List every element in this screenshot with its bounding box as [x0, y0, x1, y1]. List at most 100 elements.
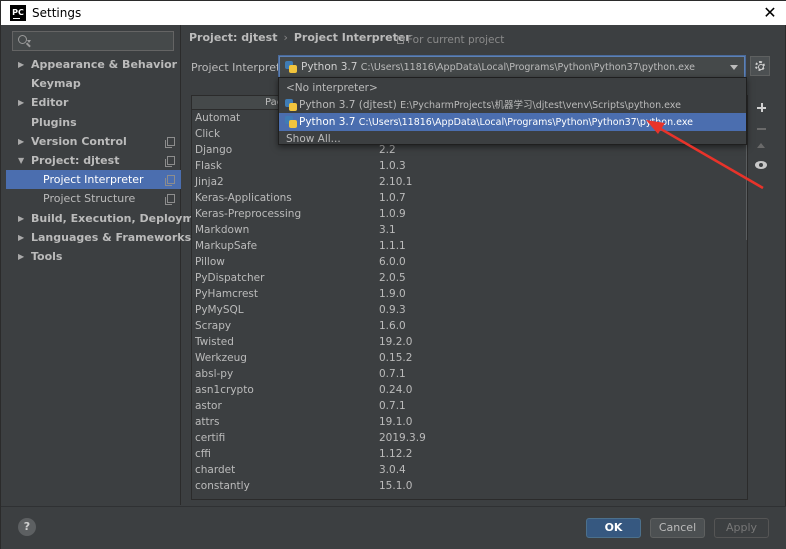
interpreter-selected-path: C:\Users\11816\AppData\Local\Programs\Py… — [360, 62, 695, 73]
package-version: 19.2.0 — [379, 336, 413, 348]
package-version: 3.0.4 — [379, 464, 406, 476]
package-name: certifi — [195, 432, 226, 444]
interpreter-selected-name: Python 3.7 — [301, 61, 358, 73]
sidebar-item-plugins[interactable]: Plugins — [6, 113, 181, 132]
package-name: Flask — [195, 160, 222, 172]
package-name: Keras-Applications — [195, 192, 292, 204]
sidebar-item-label: Project Interpreter — [43, 173, 144, 187]
chevron-right-icon[interactable]: ▶ — [18, 132, 26, 151]
pycharm-logo-icon: PC — [10, 5, 26, 21]
project-settings-icon — [165, 136, 175, 148]
table-row[interactable]: chardet 3.0.4 — [192, 462, 747, 478]
sidebar-item-project-structure[interactable]: Project Structure — [6, 189, 181, 208]
table-row[interactable]: Markdown 3.1 — [192, 222, 747, 238]
table-row[interactable]: Flask 1.0.3 — [192, 158, 747, 174]
settings-search-input[interactable] — [12, 31, 174, 51]
remove-package-icon[interactable] — [757, 128, 766, 130]
cancel-button[interactable]: Cancel — [650, 518, 705, 538]
package-name: Django — [195, 144, 233, 156]
table-row[interactable]: attrs 19.1.0 — [192, 414, 747, 430]
breadcrumb-project: Project: djtest — [189, 31, 278, 44]
apply-button[interactable]: Apply — [714, 518, 769, 538]
table-row[interactable]: MarkupSafe 1.1.1 — [192, 238, 747, 254]
sidebar-item-project-interpreter[interactable]: Project Interpreter — [6, 170, 181, 190]
interpreter-option[interactable]: Show All... — [279, 130, 746, 148]
chevron-right-icon[interactable]: ▶ — [18, 247, 26, 266]
packages-table: Pac Automat Click Django 2.2 Flask 1.0.3 Jinja… — [191, 95, 748, 500]
sidebar-item-keymap[interactable]: Keymap — [6, 74, 181, 93]
project-settings-icon — [165, 155, 175, 167]
upgrade-package-icon[interactable] — [757, 143, 765, 148]
package-version: 2.10.1 — [379, 176, 413, 188]
chevron-right-icon[interactable]: ▶ — [18, 55, 26, 74]
interpreter-option-name: Show All... — [286, 133, 341, 145]
table-row[interactable]: Jinja2 2.10.1 — [192, 174, 747, 190]
sidebar-item-label: Appearance & Behavior — [31, 58, 178, 71]
python-icon — [285, 99, 297, 111]
chevron-right-icon[interactable]: ▶ — [18, 93, 26, 112]
package-name: Twisted — [195, 336, 234, 348]
settings-dialog: PC Settings ✕ ▶ Appearance & Behavior Keym… — [0, 0, 786, 549]
close-button[interactable]: ✕ — [761, 4, 779, 22]
table-row[interactable]: astor 0.7.1 — [192, 398, 747, 414]
table-row[interactable]: Werkzeug 0.15.2 — [192, 350, 747, 366]
breadcrumb-page: Project Interpreter — [293, 31, 411, 44]
table-row[interactable]: absl-py 0.7.1 — [192, 366, 747, 382]
table-row[interactable]: asn1crypto 0.24.0 — [192, 382, 747, 398]
interpreter-settings-button[interactable] — [750, 56, 770, 76]
package-name: astor — [195, 400, 222, 412]
sidebar-item-tools[interactable]: ▶ Tools — [6, 247, 181, 266]
table-row[interactable]: PyHamcrest 1.9.0 — [192, 286, 747, 302]
dialog-button-bar: ? OK Cancel Apply — [1, 506, 786, 549]
package-version: 0.9.3 — [379, 304, 406, 316]
interpreter-option[interactable]: Python 3.7 (djtest) E:\PycharmProjects\机… — [279, 96, 746, 114]
sidebar-item-build-execution-deployment[interactable]: ▶ Build, Execution, Deployment — [6, 209, 214, 228]
sidebar-item-project-djtest[interactable]: ▼ Project: djtest — [6, 151, 181, 170]
interpreter-option-text: <No interpreter> — [286, 79, 378, 97]
sidebar-item-languages-frameworks[interactable]: ▶ Languages & Frameworks — [6, 228, 191, 247]
table-row[interactable]: Pillow 6.0.0 — [192, 254, 747, 270]
table-row[interactable]: PyDispatcher 2.0.5 — [192, 270, 747, 286]
package-version: 0.7.1 — [379, 368, 406, 380]
package-name: attrs — [195, 416, 220, 428]
package-name: cffi — [195, 448, 211, 460]
interpreter-dropdown[interactable]: Python 3.7 C:\Users\11816\AppData\Local\… — [279, 56, 745, 78]
package-version: 0.7.1 — [379, 400, 406, 412]
help-button[interactable]: ? — [18, 518, 36, 536]
interpreter-option[interactable]: Python 3.7 C:\Users\11816\AppData\Local\… — [279, 113, 746, 131]
chevron-down-icon[interactable]: ▼ — [18, 151, 26, 170]
ok-button[interactable]: OK — [586, 518, 641, 538]
settings-sidebar: ▶ Appearance & Behavior Keymap ▶ Editor Plugi… — [1, 25, 214, 505]
python-icon — [285, 116, 297, 128]
table-row[interactable]: certifi 2019.3.9 — [192, 430, 747, 446]
add-package-icon[interactable] — [757, 103, 766, 112]
interpreter-option[interactable]: <No interpreter> — [279, 79, 746, 97]
table-row[interactable]: PyMySQL 0.9.3 — [192, 302, 747, 318]
table-row[interactable]: Keras-Preprocessing 1.0.9 — [192, 206, 747, 222]
chevron-right-icon[interactable]: ▶ — [18, 228, 26, 247]
search-icon — [18, 35, 27, 44]
settings-tree: ▶ Appearance & Behavior Keymap ▶ Editor Plugi… — [6, 55, 214, 266]
table-row[interactable]: constantly 15.1.0 — [192, 478, 747, 494]
sidebar-item-version-control[interactable]: ▶ Version Control — [6, 132, 181, 151]
sidebar-item-appearance-behavior[interactable]: ▶ Appearance & Behavior — [6, 55, 181, 74]
sidebar-item-label: Project: djtest — [31, 153, 120, 167]
project-settings-icon — [165, 175, 175, 187]
table-row[interactable]: Keras-Applications 1.0.7 — [192, 190, 747, 206]
window-title: Settings — [32, 6, 82, 20]
table-row[interactable]: Twisted 19.2.0 — [192, 334, 747, 350]
table-row[interactable]: Scrapy 1.6.0 — [192, 318, 747, 334]
sidebar-item-label: Project Structure — [43, 192, 136, 206]
package-name: Scrapy — [195, 320, 232, 332]
interpreter-option-name: Python 3.7 (djtest) — [299, 99, 397, 111]
sidebar-item-editor[interactable]: ▶ Editor — [6, 93, 181, 112]
sidebar-item-label: Keymap — [31, 77, 81, 91]
gear-icon — [755, 61, 765, 71]
package-version: 2.0.5 — [379, 272, 406, 284]
package-name: asn1crypto — [195, 384, 254, 396]
package-name: Click — [195, 128, 221, 140]
table-row[interactable]: cffi 1.12.2 — [192, 446, 747, 462]
chevron-right-icon[interactable]: ▶ — [18, 209, 26, 228]
eye-icon[interactable] — [755, 161, 767, 169]
for-current-project-note: For current project — [397, 34, 504, 46]
